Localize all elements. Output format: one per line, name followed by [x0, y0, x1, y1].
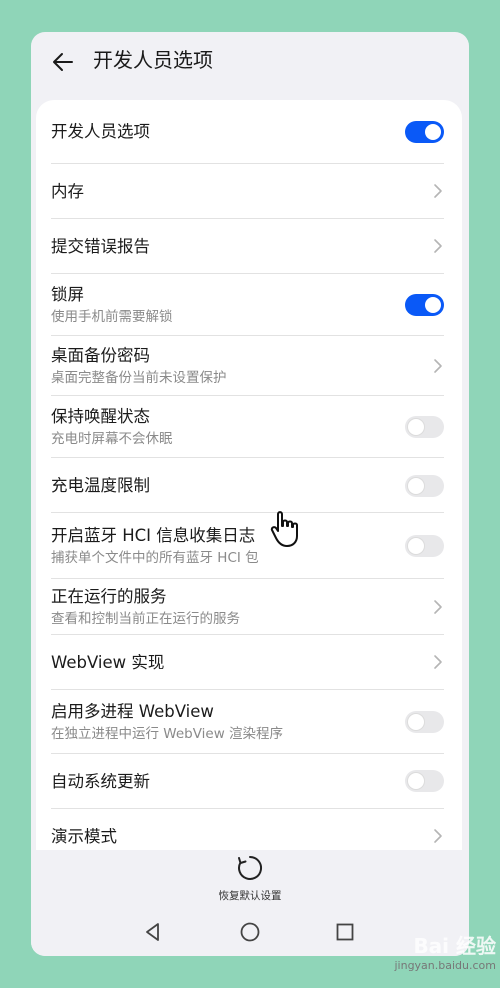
- page-title: 开发人员选项: [93, 48, 213, 72]
- row-memory[interactable]: 内存: [36, 164, 462, 219]
- row-developer-options[interactable]: 开发人员选项: [36, 100, 462, 164]
- restore-icon: [238, 856, 262, 880]
- nav-recents-square-icon: [336, 923, 354, 941]
- row-title: 桌面备份密码: [51, 346, 150, 365]
- restore-defaults-label: 恢复默认设置: [218, 890, 282, 902]
- row-title: 开发人员选项: [51, 122, 150, 141]
- charge-temp-limit-toggle[interactable]: [405, 475, 444, 497]
- row-subtitle: 使用手机前需要解锁: [51, 309, 173, 325]
- multiprocess-webview-toggle[interactable]: [405, 711, 444, 733]
- chevron-right-icon: [434, 655, 442, 669]
- row-title: 保持唤醒状态: [51, 407, 150, 426]
- chevron-right-icon: [434, 184, 442, 198]
- chevron-right-icon: [434, 359, 442, 373]
- row-text: 开发人员选项: [51, 100, 150, 164]
- nav-recents-button[interactable]: [331, 918, 359, 946]
- row-title: 自动系统更新: [51, 771, 150, 791]
- nav-back-button[interactable]: [139, 918, 167, 946]
- app-header: 开发人员选项: [31, 32, 469, 96]
- chevron-right-icon: [434, 239, 442, 253]
- baidu-jingyan-watermark: Bai 经验 jingyan.baidu.com: [380, 930, 496, 986]
- row-subtitle: 查看和控制当前正在运行的服务: [51, 611, 240, 627]
- row-charge-temp-limit[interactable]: 充电温度限制: [36, 458, 462, 513]
- chevron-right-icon: [434, 600, 442, 614]
- back-arrow-icon: [53, 53, 73, 71]
- restore-defaults-button[interactable]: 恢复默认设置: [31, 854, 469, 903]
- row-title: 提交错误报告: [51, 236, 150, 256]
- hand-cursor-icon: [270, 511, 298, 547]
- row-demo-mode[interactable]: 演示模式: [36, 809, 462, 850]
- nav-home-button[interactable]: [236, 918, 264, 946]
- row-multiprocess-webview[interactable]: 启用多进程 WebView 在独立进程中运行 WebView 渲染程序: [36, 690, 462, 754]
- row-stay-awake[interactable]: 保持唤醒状态 充电时屏幕不会休眠: [36, 396, 462, 458]
- lock-screen-toggle[interactable]: [405, 294, 444, 316]
- settings-list: 开发人员选项 内存 提交错误报告 锁屏 使用手机前需要解锁 桌面备份密码 桌面完…: [36, 100, 462, 850]
- bluetooth-hci-log-toggle[interactable]: [405, 535, 444, 557]
- back-button[interactable]: [47, 46, 79, 78]
- row-subtitle: 桌面完整备份当前未设置保护: [51, 370, 227, 386]
- row-title: 演示模式: [51, 826, 117, 846]
- auto-system-update-toggle[interactable]: [405, 770, 444, 792]
- row-title: 启用多进程 WebView: [51, 702, 214, 721]
- row-subtitle: 在独立进程中运行 WebView 渲染程序: [51, 726, 284, 742]
- row-subtitle: 充电时屏幕不会休眠: [51, 431, 173, 447]
- stay-awake-toggle[interactable]: [405, 416, 444, 438]
- row-auto-system-update[interactable]: 自动系统更新: [36, 754, 462, 809]
- row-title: 正在运行的服务: [51, 587, 167, 606]
- watermark-brand: Bai 经验: [413, 934, 496, 958]
- developer-options-toggle[interactable]: [405, 121, 444, 143]
- row-title: WebView 实现: [51, 652, 165, 672]
- row-webview-implementation[interactable]: WebView 实现: [36, 635, 462, 690]
- row-lock-screen[interactable]: 锁屏 使用手机前需要解锁: [36, 274, 462, 336]
- row-desktop-backup-password[interactable]: 桌面备份密码 桌面完整备份当前未设置保护: [36, 336, 462, 396]
- row-subtitle: 捕获单个文件中的所有蓝牙 HCI 包: [51, 550, 259, 566]
- watermark-url: jingyan.baidu.com: [394, 959, 496, 972]
- phone-screen: 开发人员选项 开发人员选项 内存 提交错误报告 锁屏 使用手机前需要解锁 桌面备…: [31, 32, 469, 956]
- nav-back-triangle-icon: [146, 923, 159, 941]
- chevron-right-icon: [434, 829, 442, 843]
- row-running-services[interactable]: 正在运行的服务 查看和控制当前正在运行的服务: [36, 579, 462, 635]
- row-bluetooth-hci-log[interactable]: 开启蓝牙 HCI 信息收集日志 捕获单个文件中的所有蓝牙 HCI 包: [36, 513, 462, 579]
- row-title: 内存: [51, 181, 84, 201]
- row-title: 开启蓝牙 HCI 信息收集日志: [51, 526, 256, 545]
- row-title: 充电温度限制: [51, 475, 150, 495]
- nav-home-circle-icon: [240, 922, 260, 942]
- row-bug-report[interactable]: 提交错误报告: [36, 219, 462, 274]
- row-title: 锁屏: [51, 285, 84, 304]
